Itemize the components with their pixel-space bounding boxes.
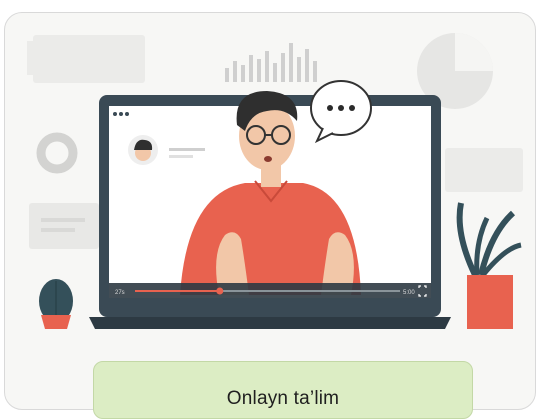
donut-chart-icon	[36, 132, 78, 174]
cactus-icon	[39, 279, 73, 329]
progress-knob[interactable]	[216, 287, 224, 295]
bar-chart-icon	[225, 43, 317, 82]
video-player-controls: 27s 5:00	[109, 283, 431, 298]
time-total: 5:00	[403, 290, 415, 296]
caption-text: Onlayn ta’lim	[226, 388, 340, 409]
time-current: 27s	[115, 290, 125, 296]
plant-icon	[456, 202, 522, 329]
caption-box: Onlayn ta’lim	[93, 361, 473, 419]
online-learning-illustration: 27s 5:00	[27, 33, 523, 329]
illustration-card: 27s 5:00	[4, 12, 536, 410]
bg-note-left	[33, 35, 145, 83]
